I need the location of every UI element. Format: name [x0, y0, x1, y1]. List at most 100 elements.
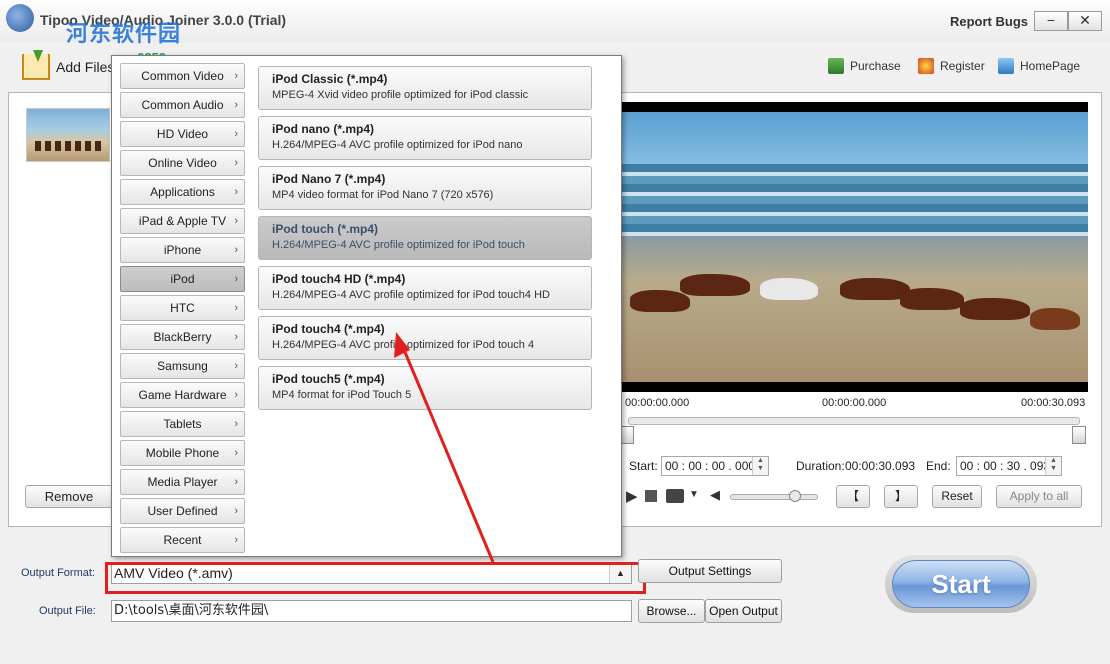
category-applications[interactable]: Applications ›: [120, 179, 245, 205]
trim-end-handle[interactable]: [1072, 426, 1086, 444]
category-label: HTC: [170, 301, 195, 315]
add-files-button[interactable]: Add Files: [22, 50, 115, 82]
category-label: iPad & Apple TV: [138, 214, 227, 228]
category-user-defined[interactable]: User Defined ›: [120, 498, 245, 524]
category-label: Online Video: [148, 156, 217, 170]
volume-slider[interactable]: [730, 494, 818, 500]
chevron-right-icon: ›: [234, 244, 238, 256]
category-label: Samsung: [157, 359, 208, 373]
highlight-box: [105, 562, 646, 594]
download-icon: [22, 50, 50, 80]
profile-description: MP4 video format for iPod Nano 7 (720 x5…: [272, 189, 494, 201]
category-common-audio[interactable]: Common Audio ›: [120, 92, 245, 118]
category-recent[interactable]: Recent ›: [120, 527, 245, 553]
category-game-hardware[interactable]: Game Hardware ›: [120, 382, 245, 408]
profile-description: H.264/MPEG-4 AVC profile optimized for i…: [272, 289, 550, 301]
time-end-display: 00:00:30.093: [1021, 397, 1086, 409]
trim-start-handle[interactable]: [620, 426, 634, 444]
category-label: User Defined: [147, 504, 218, 518]
remove-button[interactable]: Remove: [25, 485, 113, 508]
chevron-right-icon: ›: [234, 302, 238, 314]
stop-icon[interactable]: [645, 490, 657, 502]
start-button[interactable]: Start: [892, 560, 1030, 608]
end-time-value: 00 : 00 : 30 . 093: [960, 459, 1051, 473]
video-preview: [620, 102, 1088, 392]
category-label: Game Hardware: [138, 388, 227, 402]
profile-title: iPod touch4 (*.mp4): [272, 322, 385, 336]
profile-item[interactable]: iPod touch5 (*.mp4) MP4 format for iPod T…: [258, 366, 592, 410]
profile-item[interactable]: iPod touch4 (*.mp4) H.264/MPEG-4 AVC prof…: [258, 316, 592, 360]
trim-slider[interactable]: [628, 417, 1080, 425]
homepage-link[interactable]: HomePage: [998, 58, 1080, 74]
category-label: BlackBerry: [153, 330, 212, 344]
play-icon[interactable]: ▶: [626, 487, 638, 509]
category-media-player[interactable]: Media Player ›: [120, 469, 245, 495]
mark-out-button[interactable]: 】: [884, 485, 918, 508]
category-blackberry[interactable]: BlackBerry ›: [120, 324, 245, 350]
register-label: Register: [940, 59, 985, 73]
category-common-video[interactable]: Common Video ›: [120, 63, 245, 89]
chevron-right-icon: ›: [234, 273, 238, 285]
profile-description: H.264/MPEG-4 AVC profile optimized for i…: [272, 139, 523, 151]
register-link[interactable]: Register: [918, 58, 985, 74]
chevron-right-icon: ›: [234, 389, 238, 401]
spin-arrows-icon[interactable]: ▲ ▼: [1045, 457, 1061, 475]
category-tablets[interactable]: Tablets ›: [120, 411, 245, 437]
mark-in-button[interactable]: 【: [836, 485, 870, 508]
app-logo-icon: [6, 4, 34, 32]
dropdown-icon[interactable]: ▼: [689, 489, 699, 511]
minimize-button[interactable]: −: [1034, 11, 1068, 31]
purchase-link[interactable]: Purchase: [828, 58, 901, 74]
profile-title: iPod touch4 HD (*.mp4): [272, 272, 406, 286]
profile-item[interactable]: iPod touch4 HD (*.mp4) H.264/MPEG-4 AVC p…: [258, 266, 592, 310]
category-ipod[interactable]: iPod ›: [120, 266, 245, 292]
volume-knob[interactable]: [789, 490, 801, 502]
profile-title: iPod Classic (*.mp4): [272, 72, 388, 86]
category-label: Mobile Phone: [145, 446, 220, 460]
chevron-right-icon: ›: [234, 186, 238, 198]
start-time-input[interactable]: 00 : 00 : 00 . 000 ▲ ▼: [661, 456, 769, 476]
profile-item[interactable]: iPod Classic (*.mp4) MPEG-4 Xvid video pr…: [258, 66, 592, 110]
category-label: Tablets: [163, 417, 202, 431]
start-label: Start:: [629, 459, 658, 473]
profile-title: iPod nano (*.mp4): [272, 122, 374, 136]
chevron-right-icon: ›: [234, 157, 238, 169]
chevron-right-icon: ›: [234, 476, 238, 488]
preview-sky: [620, 112, 1088, 164]
reset-button[interactable]: Reset: [932, 485, 982, 508]
category-label: Recent: [163, 533, 202, 547]
apply-to-all-button[interactable]: Apply to all: [996, 485, 1082, 508]
category-iphone[interactable]: iPhone ›: [120, 237, 245, 263]
category-htc[interactable]: HTC ›: [120, 295, 245, 321]
profile-item[interactable]: iPod Nano 7 (*.mp4) MP4 video format for …: [258, 166, 592, 210]
close-button[interactable]: ✕: [1068, 11, 1102, 31]
profile-description: H.264/MPEG-4 AVC profile optimized for i…: [272, 339, 535, 351]
spin-arrows-icon[interactable]: ▲ ▼: [752, 457, 768, 475]
end-label: End:: [926, 459, 951, 473]
horse-shape: [1030, 308, 1080, 330]
browse-button[interactable]: Browse...: [638, 599, 705, 623]
end-time-input[interactable]: 00 : 00 : 30 . 093 ▲ ▼: [956, 456, 1062, 476]
category-samsung[interactable]: Samsung ›: [120, 353, 245, 379]
volume-icon[interactable]: ◀: [710, 487, 720, 509]
category-mobile-phone[interactable]: Mobile Phone ›: [120, 440, 245, 466]
category-ipad-apple-tv[interactable]: iPad & Apple TV ›: [120, 208, 245, 234]
profile-item[interactable]: iPod nano (*.mp4) H.264/MPEG-4 AVC profil…: [258, 116, 592, 160]
report-bugs-link[interactable]: Report Bugs: [950, 14, 1028, 29]
duration-value: 00:00:30.093: [845, 459, 916, 473]
file-thumbnail[interactable]: [26, 108, 110, 162]
add-files-label: Add Files: [56, 59, 115, 75]
profile-title: iPod touch (*.mp4): [272, 222, 378, 236]
output-file-input[interactable]: D:\tools\桌面\河东软件园\: [111, 600, 632, 622]
title-bar: Tipoo Video/Audio Joiner 3.0.0 (Trial) 河…: [0, 0, 1110, 47]
purchase-label: Purchase: [850, 59, 901, 73]
format-popup: Common Video › Common Audio › HD Video › Onlin…: [111, 55, 622, 557]
profile-item[interactable]: iPod touch (*.mp4) H.264/MPEG-4 AVC profi…: [258, 216, 592, 260]
category-online-video[interactable]: Online Video ›: [120, 150, 245, 176]
chevron-right-icon: ›: [234, 70, 238, 82]
output-settings-button[interactable]: Output Settings: [638, 559, 782, 583]
category-hd-video[interactable]: HD Video ›: [120, 121, 245, 147]
camera-icon[interactable]: [666, 489, 684, 503]
open-output-button[interactable]: Open Output: [705, 599, 782, 623]
cart-icon: [828, 58, 844, 74]
